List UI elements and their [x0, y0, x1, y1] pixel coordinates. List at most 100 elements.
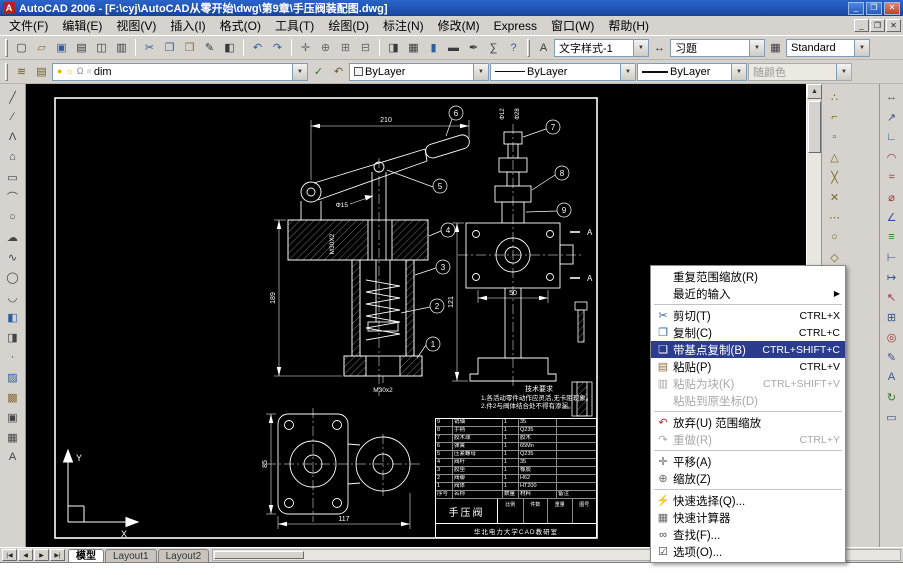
- tool-palettes-icon[interactable]: ▮: [424, 38, 443, 57]
- lineweight-combo[interactable]: ByLayer ▼: [637, 62, 747, 81]
- menu-item[interactable]: 编辑(E): [55, 15, 109, 36]
- dim-aligned-icon[interactable]: ↗: [882, 107, 902, 127]
- toolbar-grip[interactable]: [5, 38, 8, 57]
- menu-item[interactable]: 帮助(H): [601, 15, 656, 36]
- context-menu-item[interactable]: ↶ 放弃(U) 范围缩放 ▶: [651, 414, 845, 431]
- qnew-icon[interactable]: ▢: [12, 38, 31, 57]
- sheet-set-manager-icon[interactable]: ▬: [444, 38, 463, 57]
- redo-icon[interactable]: ↷: [268, 38, 287, 57]
- block-editor-icon[interactable]: ◧: [220, 38, 239, 57]
- plot-icon[interactable]: ▤: [72, 38, 91, 57]
- text-style-combo[interactable]: 文字样式-1 ▼: [554, 38, 649, 57]
- multiline-text-icon[interactable]: A: [3, 447, 23, 467]
- layer-properties-icon[interactable]: ≋: [12, 62, 31, 81]
- layer-previous-icon[interactable]: ↶: [329, 62, 348, 81]
- chevron-down-icon[interactable]: ▼: [620, 63, 635, 80]
- dim-style-icon[interactable]: ↔: [650, 38, 669, 57]
- snap-intersection-icon[interactable]: ╳: [825, 167, 845, 187]
- dimension-edit-icon[interactable]: ✎: [882, 347, 902, 367]
- table-style-icon[interactable]: ▦: [766, 38, 785, 57]
- context-menu-item[interactable]: ▤ 粘贴(P) CTRL+V ▶: [651, 358, 845, 375]
- dim-style-combo[interactable]: 习题 ▼: [670, 38, 765, 57]
- menu-item[interactable]: 视图(V): [109, 15, 163, 36]
- chevron-down-icon[interactable]: ▼: [731, 63, 746, 80]
- point-icon[interactable]: ·: [3, 347, 23, 367]
- polyline-icon[interactable]: Λ: [3, 127, 23, 147]
- snap-from-icon[interactable]: ⌐: [825, 107, 845, 127]
- ellipse-arc-icon[interactable]: ◡: [3, 287, 23, 307]
- quick-leader-icon[interactable]: ↖: [882, 287, 902, 307]
- layout-tab[interactable]: Layout2: [157, 549, 210, 562]
- context-menu-item[interactable]: ✛ 平移(A) ▶: [651, 453, 845, 470]
- layout-tab[interactable]: 模型: [68, 549, 104, 562]
- center-mark-icon[interactable]: ◎: [882, 327, 902, 347]
- chevron-down-icon[interactable]: ▼: [633, 39, 648, 56]
- snap-quadrant-icon[interactable]: ◇: [825, 247, 845, 267]
- context-menu-item[interactable]: ∞ 查找(F)... ▶: [651, 526, 845, 543]
- undo-icon[interactable]: ↶: [248, 38, 267, 57]
- context-menu-item[interactable]: ▦ 快速计算器 ▶: [651, 509, 845, 526]
- markup-icon[interactable]: ✒: [464, 38, 483, 57]
- chevron-down-icon[interactable]: ▼: [473, 63, 488, 80]
- menu-item[interactable]: 格式(O): [213, 15, 268, 36]
- publish-icon[interactable]: ▥: [112, 38, 131, 57]
- prev-tab-button[interactable]: ◀: [18, 549, 33, 561]
- layer-states-manager-icon[interactable]: ▤: [32, 62, 51, 81]
- doc-close-button[interactable]: ✕: [886, 19, 901, 32]
- pan-icon[interactable]: ✛: [296, 38, 315, 57]
- dimension-style-icon[interactable]: ▭: [882, 407, 902, 427]
- snap-midpoint-icon[interactable]: △: [825, 147, 845, 167]
- menu-item[interactable]: 标注(N): [376, 15, 431, 36]
- menu-item[interactable]: 工具(T): [268, 15, 321, 36]
- quick-dimension-icon[interactable]: ≡: [882, 227, 902, 247]
- menu-item[interactable]: 文件(F): [2, 15, 55, 36]
- designcenter-icon[interactable]: ▦: [404, 38, 423, 57]
- copy-icon[interactable]: ❐: [160, 38, 179, 57]
- last-tab-button[interactable]: ▶|: [50, 549, 65, 561]
- insert-block-icon[interactable]: ◧: [3, 307, 23, 327]
- tolerance-icon[interactable]: ⊞: [882, 307, 902, 327]
- menu-item[interactable]: 插入(I): [163, 15, 212, 36]
- text-style-icon[interactable]: A: [534, 38, 553, 57]
- color-combo[interactable]: ByLayer ▼: [349, 62, 489, 81]
- layout-tab[interactable]: Layout1: [105, 549, 157, 562]
- dim-angular-icon[interactable]: ∠: [882, 207, 902, 227]
- context-menu-item[interactable]: ↷ 重做(R) CTRL+Y ▶: [651, 431, 845, 448]
- spline-icon[interactable]: ∿: [3, 247, 23, 267]
- layer-combo[interactable]: ● ☼ Ω ■ dim ▼: [52, 62, 308, 81]
- snap-extension-icon[interactable]: ⋯: [825, 207, 845, 227]
- zoom-window-icon[interactable]: ⊞: [336, 38, 355, 57]
- context-menu-item[interactable]: ❑ 带基点复制(B) CTRL+SHIFT+C ▶: [651, 341, 845, 358]
- revcloud-icon[interactable]: ☁: [3, 227, 23, 247]
- cut-icon[interactable]: ✂: [140, 38, 159, 57]
- context-menu-item[interactable]: 重复范围缩放(R) ▶: [651, 268, 845, 285]
- linetype-combo[interactable]: ByLayer ▼: [490, 62, 636, 81]
- menu-item[interactable]: 窗口(W): [544, 15, 601, 36]
- chevron-down-icon[interactable]: ▼: [854, 39, 869, 56]
- dim-radius-icon[interactable]: ◠: [882, 147, 902, 167]
- gradient-icon[interactable]: ▩: [3, 387, 23, 407]
- paste-icon[interactable]: ❒: [180, 38, 199, 57]
- match-properties-icon[interactable]: ✎: [200, 38, 219, 57]
- properties-icon[interactable]: ◨: [384, 38, 403, 57]
- context-menu-item[interactable]: ⊕ 缩放(Z) ▶: [651, 470, 845, 487]
- doc-minimize-button[interactable]: _: [854, 19, 869, 32]
- context-menu-item[interactable]: ⚡ 快速选择(Q)... ▶: [651, 492, 845, 509]
- context-menu-item[interactable]: 粘贴到原坐标(D) ▶: [651, 392, 845, 409]
- dim-ordinate-icon[interactable]: ∟: [882, 127, 902, 147]
- zoom-realtime-icon[interactable]: ⊕: [316, 38, 335, 57]
- hatch-icon[interactable]: ▨: [3, 367, 23, 387]
- dim-diameter-icon[interactable]: ⌀: [882, 187, 902, 207]
- scrollbar-thumb[interactable]: [214, 551, 305, 559]
- table-style-combo[interactable]: Standard ▼: [786, 38, 870, 57]
- circle-icon[interactable]: ○: [3, 207, 23, 227]
- dimension-update-icon[interactable]: ↻: [882, 387, 902, 407]
- open-icon[interactable]: ▱: [32, 38, 51, 57]
- first-tab-button[interactable]: |◀: [2, 549, 17, 561]
- minimize-button[interactable]: _: [848, 1, 864, 15]
- context-menu-item[interactable]: ❐ 复制(C) CTRL+C ▶: [651, 324, 845, 341]
- make-block-icon[interactable]: ◨: [3, 327, 23, 347]
- context-menu-item[interactable]: ▥ 粘贴为块(K) CTRL+SHIFT+V ▶: [651, 375, 845, 392]
- arc-icon[interactable]: ⌒: [3, 187, 23, 207]
- polygon-icon[interactable]: ⌂: [3, 147, 23, 167]
